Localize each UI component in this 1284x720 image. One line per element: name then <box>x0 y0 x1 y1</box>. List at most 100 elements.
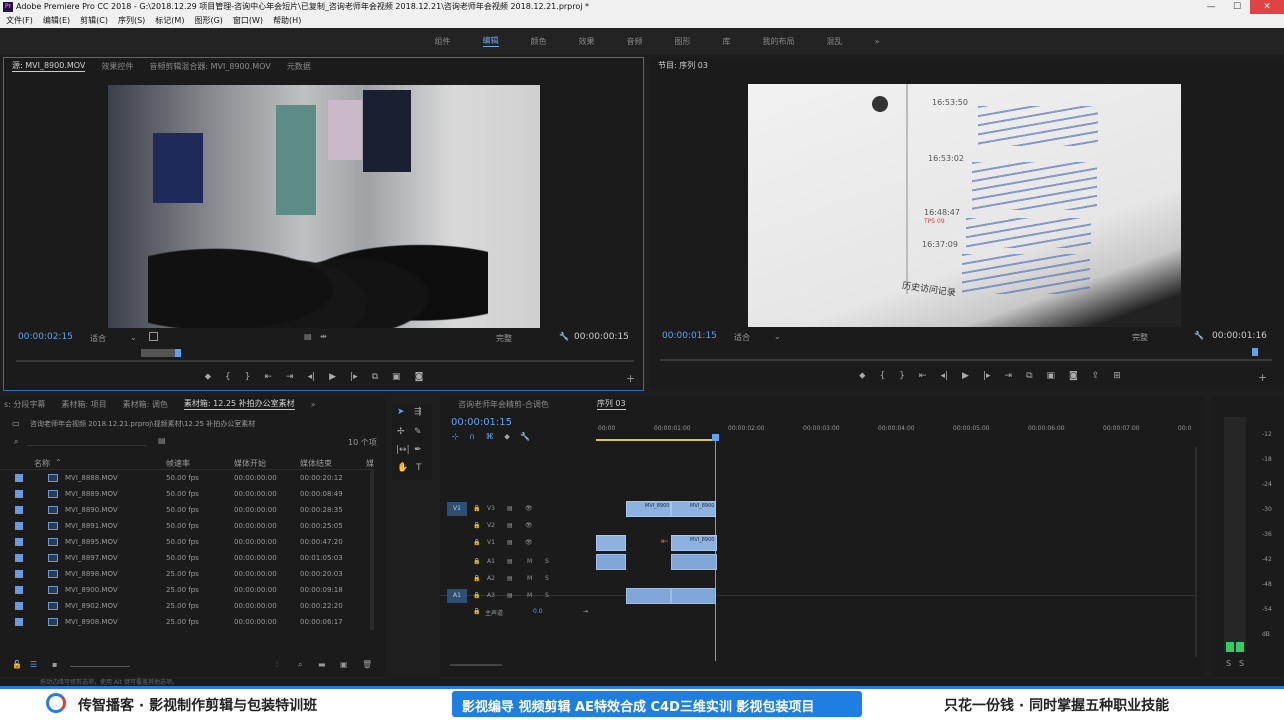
label-color-swatch[interactable] <box>15 586 23 594</box>
work-area-bar[interactable] <box>596 439 716 441</box>
lock-icon[interactable]: 🔒 <box>473 575 480 582</box>
audio-clip[interactable] <box>671 554 717 570</box>
icon-view-icon[interactable]: ▪ <box>52 660 57 669</box>
label-color-swatch[interactable] <box>15 506 23 514</box>
workspace-more-button[interactable]: » <box>875 37 880 46</box>
source-video-frame[interactable] <box>108 85 540 328</box>
tab-bin-office[interactable]: 素材箱: 12.25 补拍办公室素材 <box>183 398 295 410</box>
label-color-swatch[interactable] <box>15 490 23 498</box>
add-button-icon[interactable]: + <box>626 372 635 385</box>
source-scrub-bar[interactable] <box>16 360 634 362</box>
timeline-timecode[interactable]: 00:00:01:15 <box>451 417 512 428</box>
go-to-in-icon[interactable]: ⇤ <box>264 372 272 382</box>
label-color-swatch[interactable] <box>15 618 23 626</box>
extract-icon[interactable]: ▣ <box>1047 371 1056 381</box>
tabs-more-button[interactable]: » <box>311 400 316 409</box>
master-volume[interactable]: 0.0 <box>533 608 543 615</box>
solo-button[interactable]: S <box>545 592 549 599</box>
find-icon[interactable]: ⌕ <box>298 660 302 670</box>
menu-edit[interactable]: 编辑(E) <box>43 14 70 28</box>
video-source-patch[interactable]: V1 <box>447 502 467 516</box>
hand-tool-icon[interactable]: ✋ <box>397 463 408 473</box>
tab-sequence-main[interactable]: 咨询老师年会精剪-合调色 <box>458 399 549 410</box>
fit-chevron-icon[interactable]: ⌄ <box>130 333 137 342</box>
tab-metadata[interactable]: 元数据 <box>287 61 311 72</box>
type-tool-icon[interactable]: T <box>416 463 422 473</box>
razor-tool-icon[interactable]: ✎ <box>414 427 422 437</box>
list-scrollbar[interactable] <box>370 470 374 630</box>
mark-out-icon[interactable]: } <box>245 372 251 382</box>
workspace-editing[interactable]: 编辑 <box>482 35 499 47</box>
label-color-swatch[interactable] <box>15 538 23 546</box>
go-to-out-icon[interactable]: ⇥ <box>286 372 294 382</box>
list-item[interactable]: MVI_8908.MOV 25.00 fps 00:00:00:00 00:00:06… <box>0 614 370 630</box>
meter-solo[interactable]: S <box>1239 659 1244 668</box>
mute-button[interactable]: M <box>527 575 532 582</box>
time-ruler[interactable]: 00:00 00:00:01:00 00:00:02:00 00:00:03:0… <box>596 421 1196 443</box>
source-playhead[interactable] <box>175 349 181 357</box>
video-clip[interactable]: MVI_8900 <box>626 501 671 517</box>
workspace-my-layout[interactable]: 我的布局 <box>763 36 795 47</box>
menu-file[interactable]: 文件(F) <box>6 14 33 28</box>
minimize-icon[interactable]: — <box>1198 0 1224 14</box>
menu-clip[interactable]: 剪辑(C) <box>80 14 108 28</box>
source-timecode[interactable]: 00:00:02:15 <box>18 332 73 342</box>
close-icon[interactable]: ✕ <box>1250 0 1284 14</box>
list-item[interactable]: MVI_8900.MOV 25.00 fps 00:00:00:00 00:00:09… <box>0 582 370 598</box>
list-item[interactable]: MVI_8889.MOV 50.00 fps 00:00:00:00 00:00:08… <box>0 486 370 502</box>
ripple-edit-tool-icon[interactable]: ✢ <box>397 427 405 437</box>
col-name[interactable]: 名称 <box>34 458 50 469</box>
col-media[interactable]: 媒 <box>366 458 374 469</box>
eye-icon[interactable]: 👁 <box>525 539 533 546</box>
audio-clip[interactable] <box>671 588 716 604</box>
nest-icon[interactable]: ⊹ <box>452 432 459 441</box>
trash-icon[interactable]: 🗑 <box>362 660 372 669</box>
video-clip[interactable]: MVI_8900 <box>671 535 717 551</box>
sync-lock-icon[interactable]: ▤ <box>507 505 513 512</box>
list-item[interactable]: MVI_8891.MOV 50.00 fps 00:00:00:00 00:00:25… <box>0 518 370 534</box>
menu-marker[interactable]: 标记(M) <box>155 14 184 28</box>
step-back-icon[interactable]: ◂| <box>308 372 316 382</box>
step-forward-icon[interactable]: |▸ <box>350 372 358 382</box>
sync-lock-icon[interactable]: ▤ <box>507 539 513 546</box>
go-to-end-icon[interactable]: ⇥ <box>583 608 588 615</box>
program-video-frame[interactable]: 16:53:50 16:53:02 16:48:47 TPS 09 16:37:… <box>748 84 1181 327</box>
solo-button[interactable]: S <box>545 558 549 565</box>
insert-icon[interactable]: ⧉ <box>372 372 378 382</box>
label-color-swatch[interactable] <box>15 474 23 482</box>
search-icon[interactable]: ⌕ <box>14 437 18 447</box>
tab-program[interactable]: 节目: 序列 03 <box>658 60 708 71</box>
comparison-view-icon[interactable]: ⇪ <box>1092 371 1100 381</box>
list-item[interactable]: MVI_8895.MOV 50.00 fps 00:00:00:00 00:00:47… <box>0 534 370 550</box>
mark-out-icon[interactable]: } <box>899 371 905 381</box>
wrench-icon[interactable]: 🔧 <box>1194 331 1204 340</box>
zoom-slider[interactable] <box>70 666 130 667</box>
col-framerate[interactable]: 帧速率 <box>166 458 190 469</box>
tab-source[interactable]: 源: MVI_8900.MOV <box>12 60 86 72</box>
export-frame-icon[interactable]: ◙ <box>415 372 424 382</box>
playhead-handle[interactable] <box>712 434 719 441</box>
wrench-icon[interactable]: 🔧 <box>559 332 569 341</box>
pen-tool-icon[interactable]: ✒ <box>414 445 422 455</box>
sort-icon[interactable]: ⫶ <box>276 660 278 670</box>
source-fit-dropdown[interactable]: 适合 <box>90 333 106 344</box>
sort-asc-icon[interactable]: ⌃ <box>55 458 62 467</box>
fit-chevron-icon[interactable]: ⌄ <box>774 332 781 341</box>
list-item[interactable]: MVI_8898.MOV 25.00 fps 00:00:00:00 00:00:20… <box>0 566 370 582</box>
step-forward-icon[interactable]: |▸ <box>983 371 991 381</box>
tab-subtitles[interactable]: s: 分段字幕 <box>4 399 45 410</box>
lock-icon[interactable]: 🔒 <box>473 558 480 565</box>
audio-clip[interactable] <box>626 588 671 604</box>
program-playhead[interactable] <box>1252 348 1258 356</box>
col-media-end[interactable]: 媒体结束 <box>300 458 332 469</box>
new-item-icon[interactable]: ▣ <box>340 660 348 669</box>
lock-icon[interactable]: 🔒 <box>473 522 480 529</box>
program-quality-dropdown[interactable]: 完整 <box>1132 332 1148 343</box>
solo-button[interactable]: S <box>545 575 549 582</box>
add-button-icon[interactable]: + <box>1258 371 1267 384</box>
drag-audio-icon[interactable]: ⇹ <box>320 332 327 341</box>
track-select-tool-icon[interactable]: ⇶ <box>414 407 422 417</box>
audio-source-patch[interactable]: A1 <box>447 589 467 603</box>
mute-button[interactable]: M <box>527 592 532 599</box>
meter-solo[interactable]: S <box>1226 659 1231 668</box>
